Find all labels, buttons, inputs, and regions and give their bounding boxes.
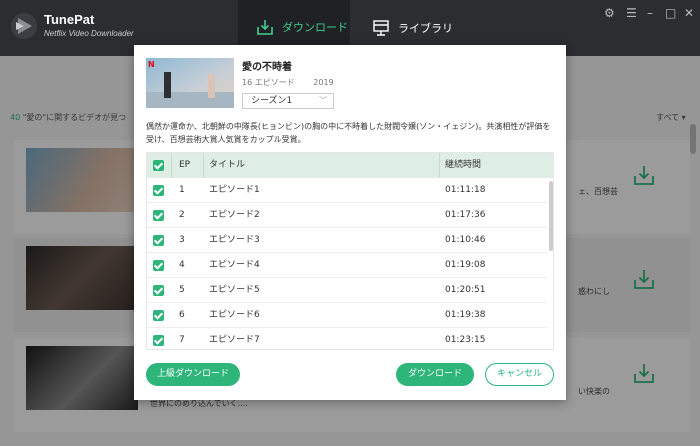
release-year: 2019 — [313, 78, 334, 87]
maximize-icon[interactable]: □ — [665, 6, 676, 20]
episode-title: エピソード6 — [209, 310, 260, 320]
tab-download-label: ダウンロード — [282, 20, 348, 34]
episode-checkbox[interactable] — [153, 185, 164, 196]
close-icon[interactable]: ✕ — [684, 6, 694, 20]
table-row[interactable]: 5 エピソード5 01:20:51 — [147, 278, 547, 303]
episode-duration: 01:10:46 — [445, 235, 486, 245]
column-divider — [439, 153, 440, 178]
cancel-button[interactable]: キャンセル — [485, 363, 554, 386]
minimize-icon[interactable]: – — [647, 6, 653, 20]
app-subtitle: Netflix Video Downloader — [44, 29, 134, 38]
tunepat-logo-icon — [11, 13, 37, 39]
select-all-checkbox[interactable] — [153, 160, 164, 171]
episode-duration: 01:11:18 — [445, 185, 486, 195]
table-row[interactable]: 6 エピソード6 01:19:38 — [147, 303, 547, 328]
table-header: EP タイトル 継続時間 — [147, 153, 553, 178]
episode-select-dialog: N 愛の不時着 16 エピソード 2019 シーズン1 ﹀ 偶然か運命か、北朝鮮… — [134, 45, 566, 400]
episode-title: エピソード1 — [209, 185, 260, 195]
episode-duration: 01:17:36 — [445, 210, 486, 220]
episode-checkbox[interactable] — [153, 235, 164, 246]
table-row[interactable]: 2 エピソード2 01:17:36 — [147, 203, 547, 228]
episode-number: 3 — [179, 235, 185, 245]
download-button[interactable]: ダウンロード — [396, 363, 474, 386]
episode-title: エピソード5 — [209, 285, 260, 295]
table-row[interactable]: 7 エピソード7 01:23:15 — [147, 328, 547, 349]
menu-icon[interactable]: ☰ — [626, 6, 637, 20]
episode-checkbox[interactable] — [153, 285, 164, 296]
series-description: 偶然か運命か、北朝鮮の中隊長(ヒョンビン)の胸の中に不時着した財閥令嬢(ソン・イ… — [146, 122, 551, 144]
table-row[interactable]: 4 エピソード4 01:19:08 — [147, 253, 547, 278]
header-ep: EP — [179, 160, 191, 170]
app-name: TunePat — [44, 12, 95, 27]
download-tray-icon — [257, 19, 273, 35]
episode-count: 16 エピソード — [242, 78, 295, 87]
episode-duration: 01:20:51 — [445, 285, 486, 295]
column-divider — [203, 153, 204, 178]
series-title: 愛の不時着 — [242, 62, 292, 73]
season-select-value: シーズン1 — [251, 96, 293, 106]
episode-checkbox[interactable] — [153, 335, 164, 346]
table-row[interactable]: 1 エピソード1 01:11:18 — [147, 178, 547, 203]
header-duration: 継続時間 — [445, 160, 482, 170]
gear-icon[interactable]: ⚙ — [604, 6, 615, 20]
episode-number: 1 — [179, 185, 185, 195]
table-row[interactable]: 3 エピソード3 01:10:46 — [147, 228, 547, 253]
episode-number: 6 — [179, 310, 185, 320]
column-divider — [171, 153, 172, 178]
series-meta: 16 エピソード 2019 — [242, 77, 350, 88]
monitor-icon — [373, 20, 389, 36]
episode-checkbox[interactable] — [153, 210, 164, 221]
episode-checkbox[interactable] — [153, 310, 164, 321]
episode-number: 4 — [179, 260, 185, 270]
episode-table: EP タイトル 継続時間 1 エピソード1 01:11:18 2 エピソード2 … — [146, 152, 554, 350]
advanced-download-button[interactable]: 上級ダウンロード — [146, 363, 240, 386]
episode-duration: 01:19:38 — [445, 310, 486, 320]
episode-duration: 01:19:08 — [445, 260, 486, 270]
episode-duration: 01:23:15 — [445, 335, 486, 345]
episode-number: 7 — [179, 335, 185, 345]
svg-text:N: N — [148, 60, 155, 69]
tab-library-label: ライブラリ — [398, 22, 453, 35]
table-scrollbar[interactable] — [549, 181, 553, 251]
season-select[interactable]: シーズン1 ﹀ — [242, 93, 334, 109]
episode-checkbox[interactable] — [153, 260, 164, 271]
episode-title: エピソード2 — [209, 210, 260, 220]
header-title: タイトル — [209, 160, 246, 170]
episode-number: 5 — [179, 285, 185, 295]
episode-number: 2 — [179, 210, 185, 220]
episode-title: エピソード3 — [209, 235, 260, 245]
episode-title: エピソード7 — [209, 335, 260, 345]
episode-title: エピソード4 — [209, 260, 260, 270]
chevron-down-icon: ﹀ — [319, 96, 327, 105]
series-thumbnail: N — [146, 58, 234, 108]
